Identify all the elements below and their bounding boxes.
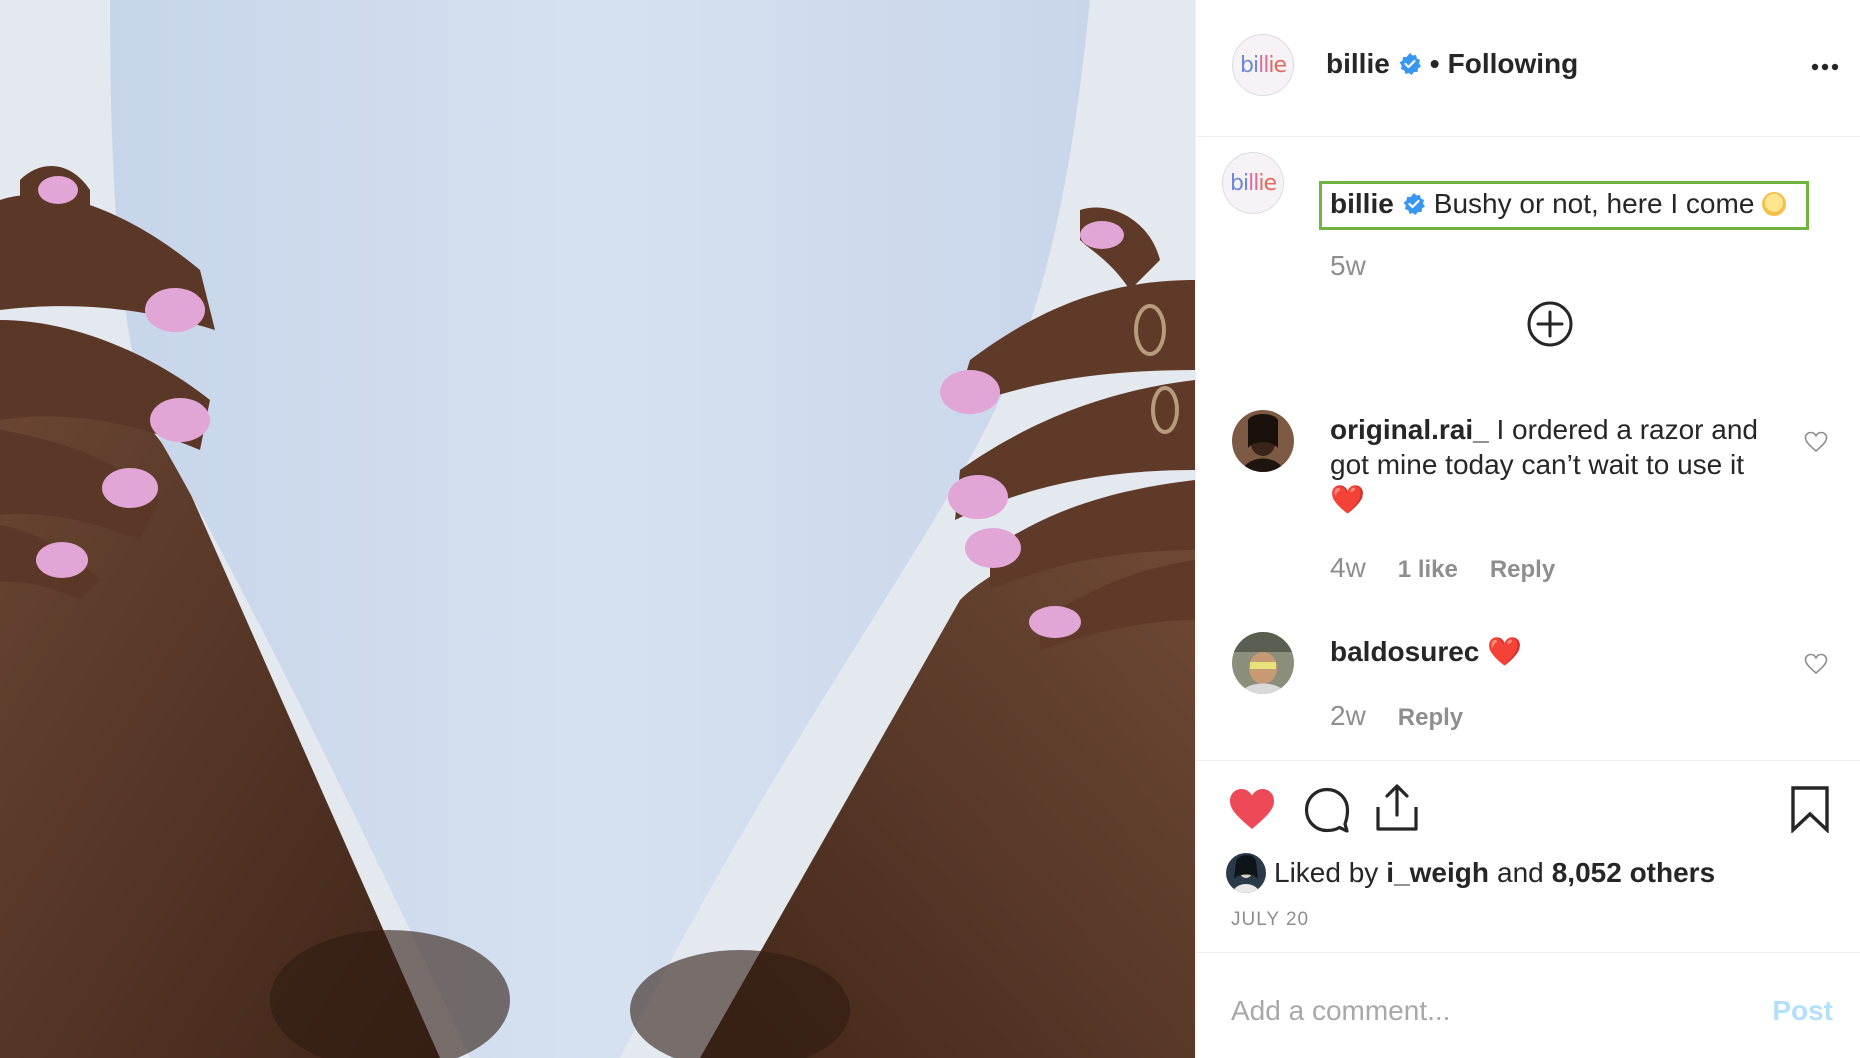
comment-icon[interactable]: [1304, 787, 1350, 833]
comment-input[interactable]: Add a comment...: [1231, 995, 1450, 1027]
comment-username[interactable]: original.rai_: [1330, 414, 1489, 445]
heart-icon[interactable]: [1228, 787, 1276, 831]
load-more-comments-icon[interactable]: [1526, 300, 1574, 348]
comment-text: original.rai_ I ordered a razor and got …: [1330, 412, 1785, 517]
liker-username[interactable]: i_weigh: [1386, 857, 1489, 889]
post-actions: Liked by i_weigh and 8,052 others JULY 2…: [1196, 760, 1860, 952]
post-comment-button[interactable]: Post: [1772, 995, 1833, 1027]
caption-avatar[interactable]: billie: [1222, 152, 1284, 214]
header-user: billie • Following: [1326, 48, 1578, 80]
heart-emoji: ❤️: [1330, 484, 1365, 515]
add-comment-bar: Add a comment... Post: [1196, 952, 1860, 1058]
likes-summary: Liked by i_weigh and 8,052 others: [1226, 853, 1715, 893]
share-icon[interactable]: [1374, 783, 1420, 833]
like-comment-heart-icon[interactable]: [1804, 430, 1828, 454]
follow-status-button[interactable]: Following: [1448, 48, 1579, 80]
comment-age[interactable]: 4w: [1330, 552, 1366, 584]
post-date[interactable]: JULY 20: [1231, 909, 1309, 931]
verified-badge-icon: [1399, 53, 1421, 75]
more-horizontal-icon[interactable]: [1811, 50, 1839, 71]
comment-age[interactable]: 2w: [1330, 700, 1366, 732]
separator-dot: •: [1429, 48, 1440, 79]
caption-body: Bushy or not, here I come: [1433, 188, 1755, 219]
caption-age[interactable]: 5w: [1330, 250, 1366, 282]
brand-logo: billie: [1230, 170, 1277, 196]
post-header: billie billie • Following: [1196, 0, 1860, 137]
commenter-avatar[interactable]: [1232, 410, 1294, 472]
profile-avatar[interactable]: billie: [1232, 34, 1294, 96]
brand-logo: billie: [1240, 52, 1287, 78]
header-username[interactable]: billie: [1326, 48, 1390, 80]
liker-avatar[interactable]: [1226, 853, 1266, 893]
liked-by-label: Liked by: [1274, 857, 1379, 888]
likes-count[interactable]: 8,052 others: [1552, 857, 1715, 889]
comment-username[interactable]: baldosurec: [1330, 636, 1479, 667]
heart-emoji: ❤️: [1487, 636, 1523, 667]
comment-meta: 4w 1 like Reply: [1330, 552, 1555, 584]
liked-by-and: and: [1497, 857, 1544, 888]
commenter-avatar[interactable]: [1232, 632, 1294, 694]
comment-like-count[interactable]: 1 like: [1398, 556, 1458, 584]
post-side-panel: billie billie • Following billie billie: [1195, 0, 1860, 1058]
like-comment-heart-icon[interactable]: [1804, 652, 1828, 676]
comment-meta: 2w Reply: [1330, 700, 1463, 732]
photo-illustration: [0, 0, 1195, 1058]
sun-emoji-icon: [1762, 192, 1787, 216]
reply-button[interactable]: Reply: [1398, 704, 1463, 732]
caption-text: billie Bushy or not, here I come: [1330, 188, 1787, 220]
verified-badge-icon: [1403, 193, 1425, 215]
bookmark-icon[interactable]: [1790, 785, 1830, 833]
caption-username[interactable]: billie: [1330, 188, 1394, 220]
comment-text: baldosurec ❤️: [1330, 634, 1785, 669]
reply-button[interactable]: Reply: [1490, 556, 1555, 584]
post-photo[interactable]: [0, 0, 1195, 1058]
